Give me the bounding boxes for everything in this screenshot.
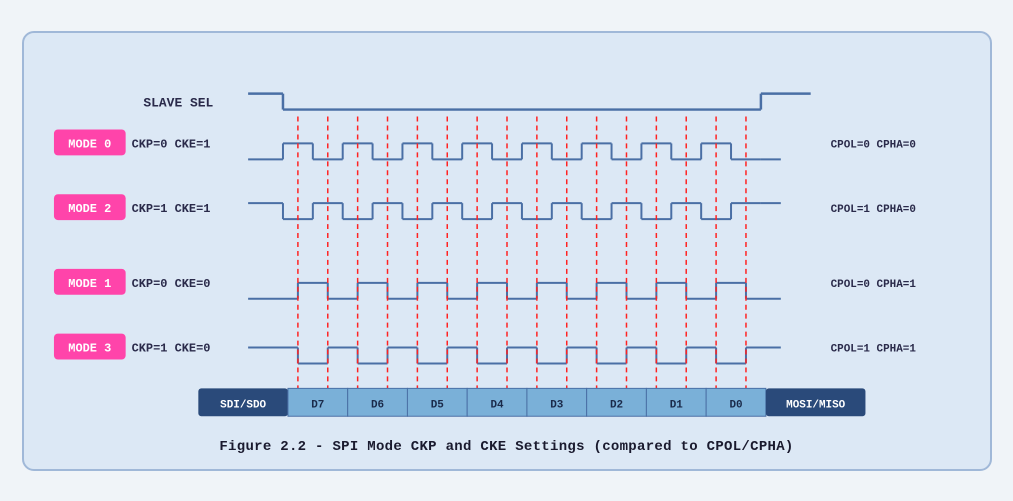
timing-diagram: SLAVE SEL MODE 0 CKP=0 CKE=1 [44,51,970,431]
mode1-cpol-cpha: CPOL=0 CPHA=1 [830,278,916,290]
sdi-sdo-label: SDI/SDO [220,399,266,411]
d2-label: D2 [609,399,622,411]
d3-label: D3 [550,399,564,411]
mode3-cpol-cpha: CPOL=1 CPHA=1 [830,343,916,355]
mode2-label: MODE 2 [68,202,111,216]
mode2-cpol-cpha: CPOL=1 CPHA=0 [830,204,915,216]
d5-label: D5 [430,399,443,411]
slave-sel-label: SLAVE SEL [143,95,213,110]
figure-caption: Figure 2.2 - SPI Mode CKP and CKE Settin… [44,439,970,455]
d7-label: D7 [311,399,324,411]
mode2-ckp-cke: CKP=1 CKE=1 [131,202,210,216]
mode3-label: MODE 3 [68,341,111,355]
mode1-label: MODE 1 [68,276,111,290]
mode0-ckp-cke: CKP=0 CKE=1 [131,137,210,151]
mode0-label: MODE 0 [68,137,111,151]
mosi-miso-label: MOSI/MISO [786,399,846,411]
diagram-container: SLAVE SEL MODE 0 CKP=0 CKE=1 [22,31,992,471]
d0-label: D0 [729,399,742,411]
mode1-ckp-cke: CKP=0 CKE=0 [131,276,210,290]
mode3-ckp-cke: CKP=1 CKE=0 [131,341,210,355]
d4-label: D4 [490,399,504,411]
mode0-cpol-cpha: CPOL=0 CPHA=0 [830,139,915,151]
d1-label: D1 [669,399,683,411]
d6-label: D6 [370,399,383,411]
